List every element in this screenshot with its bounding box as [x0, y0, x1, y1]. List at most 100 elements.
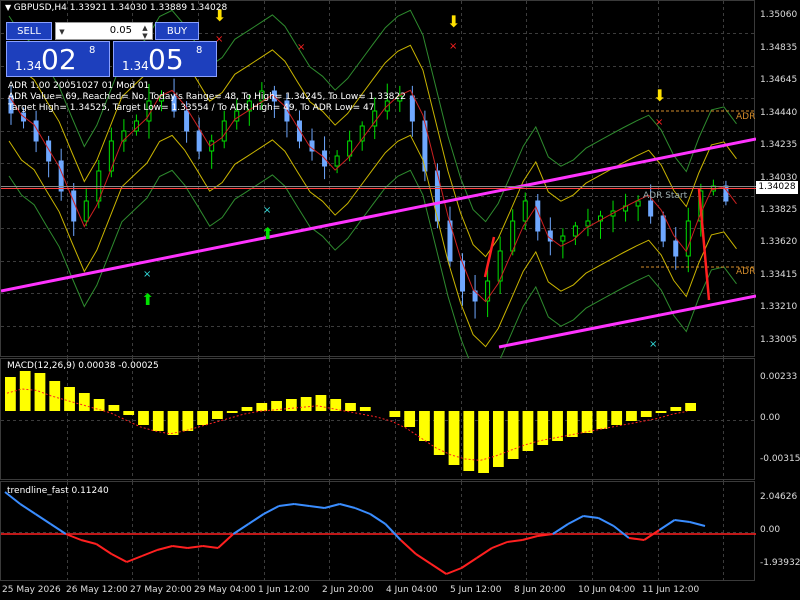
candle-body — [660, 215, 666, 242]
trendline-segment — [491, 541, 508, 549]
trendline-segment — [324, 503, 341, 509]
macd-histogram-bar — [197, 411, 209, 425]
ask-price-box[interactable]: 1.34 05 8 — [113, 41, 217, 77]
adr-targets-line: Target High= 1.34525, Target Low= 1.3355… — [8, 103, 375, 113]
candle-body — [184, 110, 190, 132]
price-tick-label: 1.34645 — [760, 75, 798, 85]
time-tick-label: 27 May 20:00 — [130, 585, 192, 595]
macd-canvas — [1, 359, 756, 481]
candle-body — [334, 155, 340, 167]
trendline-segment — [50, 523, 67, 535]
macd-histogram-bar — [655, 411, 667, 413]
price-chart-pane[interactable]: ⬇ ⬇ ⬇ ⬆ ⬆ × × × × × × × ▼ GBPUSD,H4 1.33921 1.34030… — [0, 0, 756, 358]
trendline-segment — [247, 513, 265, 525]
price-tick-label: 1.35060 — [760, 10, 798, 20]
trendline-segment — [19, 503, 36, 515]
trendline-segment — [34, 513, 52, 525]
macd-histogram-bar — [596, 411, 608, 429]
buy-button[interactable]: BUY — [155, 22, 199, 40]
macd-histogram-bar — [670, 407, 682, 411]
time-tick-label: 1 Jun 12:00 — [258, 585, 310, 595]
trendline-segment — [522, 535, 538, 541]
macd-histogram-bar — [389, 411, 401, 417]
sell-button[interactable]: SELL — [6, 22, 52, 40]
trendline-segment — [674, 519, 690, 523]
trendline-segment — [65, 533, 82, 541]
trendline-segment — [354, 507, 371, 515]
current-price-tag: 1.34028 — [756, 181, 798, 194]
trendline-title: trendline_fast 0.11240 — [7, 486, 109, 496]
trendline-segment — [111, 553, 128, 563]
macd-histogram-bar — [566, 411, 578, 437]
trendline-segment — [567, 515, 584, 525]
trendline-segment — [232, 523, 250, 535]
macd-histogram-bar — [212, 411, 223, 419]
macd-histogram-bar — [581, 411, 593, 433]
macd-histogram-bar — [5, 377, 16, 411]
macd-histogram-bar — [256, 403, 268, 411]
macd-histogram-bar — [93, 399, 105, 411]
trendline-segment — [476, 547, 493, 559]
candle-body — [648, 200, 654, 217]
time-tick-label: 29 May 04:00 — [194, 585, 256, 595]
macd-histogram-bar — [522, 411, 534, 451]
trendline-segment — [156, 545, 173, 551]
lot-increase-icon[interactable]: ▲ — [140, 24, 150, 32]
adr-start-label: ADR Start — [643, 191, 688, 201]
trendline-segment — [643, 529, 660, 541]
macd-histogram-bar — [300, 397, 312, 411]
trendline-tick-label: 2.04626 — [760, 492, 798, 502]
price-tick-label: 1.33415 — [760, 270, 798, 280]
chart-title: ▼ GBPUSD,H4 1.33921 1.34030 1.33889 1.34… — [5, 3, 227, 13]
swing-line — [483, 236, 496, 278]
bid-price-fraction: 8 — [89, 45, 96, 56]
macd-histogram-bar — [626, 411, 637, 421]
macd-tick-label: -0.00315 — [760, 454, 800, 464]
macd-histogram-bar — [108, 405, 120, 411]
bid-price-prefix: 1.34 — [15, 59, 42, 73]
trendline-segment — [126, 555, 143, 563]
candle-body — [635, 200, 641, 207]
lot-decrease-arrow-icon[interactable]: ▼ — [140, 32, 150, 40]
trendline-pane[interactable]: trendline_fast 0.11240 — [0, 481, 756, 582]
trendline-segment — [263, 505, 280, 515]
buy-signal-icon: × — [143, 269, 151, 280]
trendline-segment — [583, 515, 599, 519]
macd-axis: 0.00233 0.00 -0.00315 — [756, 358, 800, 480]
macd-histogram-bar — [78, 393, 90, 411]
time-tick-label: 2 Jun 20:00 — [322, 585, 374, 595]
macd-title: MACD(12,26,9) 0.00038 -0.00025 — [7, 361, 159, 371]
ask-price-fraction: 8 — [196, 45, 203, 56]
trendline-segment — [309, 505, 325, 509]
price-axis[interactable]: 1.35060 1.34835 1.34645 1.34440 1.34235 1.340… — [756, 0, 800, 357]
trendline-tick-label: 0.00 — [760, 525, 781, 535]
trendline-axis: 2.04626 0.00 -1.93932 — [756, 481, 800, 581]
sell-signal-icon: × — [655, 117, 663, 128]
chart-menu-icon[interactable]: ▼ — [5, 3, 14, 12]
candle-body — [221, 120, 227, 142]
macd-histogram-bar — [611, 411, 623, 425]
trendline-canvas — [1, 482, 756, 582]
time-tick-label: 5 Jun 12:00 — [450, 585, 502, 595]
macd-histogram-bar — [345, 403, 356, 411]
macd-pane[interactable]: MACD(12,26,9) 0.00038 -0.00025 — [0, 358, 756, 481]
macd-histogram-bar — [507, 411, 519, 459]
trendline-segment — [278, 503, 295, 507]
macd-histogram-bar — [685, 403, 696, 411]
bid-price-box[interactable]: 1.34 02 8 — [6, 41, 110, 77]
lot-size-input[interactable]: ▼ 0.05 ▲ ▼ — [55, 22, 153, 40]
price-tick-label: 1.33005 — [760, 335, 798, 345]
macd-histogram-bar — [404, 411, 416, 427]
candle-body — [673, 240, 679, 257]
time-tick-label: 8 Jun 20:00 — [514, 585, 566, 595]
time-tick-label: 26 May 12:00 — [66, 585, 128, 595]
macd-histogram-bar — [315, 395, 327, 411]
macd-histogram-bar — [19, 371, 31, 411]
macd-histogram-bar — [463, 411, 475, 471]
lot-decrease-icon[interactable]: ▼ — [57, 28, 67, 36]
ask-price-prefix: 1.34 — [122, 59, 149, 73]
price-tick-label: 1.34440 — [760, 108, 798, 118]
trendline-segment — [172, 545, 188, 549]
bid-price-pips: 02 — [41, 43, 77, 76]
trendline-tick-label: -1.93932 — [760, 558, 800, 568]
